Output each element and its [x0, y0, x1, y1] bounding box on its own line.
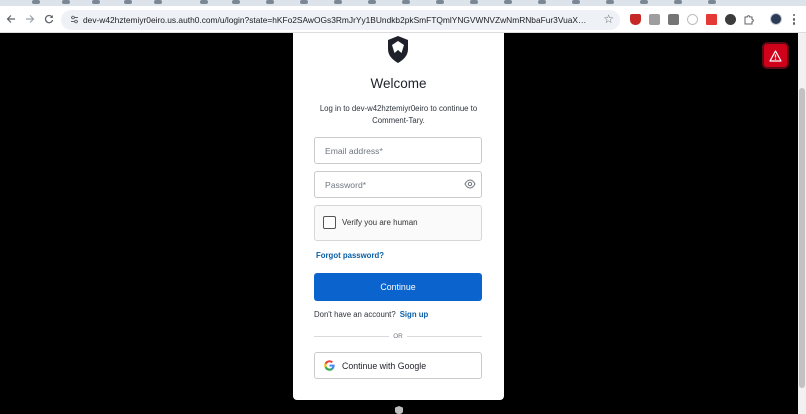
extension-icon[interactable] [649, 14, 660, 25]
scrollbar-thumb[interactable] [799, 88, 805, 388]
divider-line [407, 336, 482, 337]
browser-tab[interactable] [704, 0, 734, 4]
auth0-shield-logo [388, 36, 408, 63]
browser-tab[interactable] [262, 0, 292, 4]
browser-tab[interactable] [88, 0, 118, 4]
password-input[interactable] [314, 171, 482, 198]
warning-icon[interactable] [764, 44, 787, 67]
browser-toolbar: dev-w42hztemiyr0eiro.us.auth0.com/u/logi… [0, 6, 806, 33]
browser-tab[interactable] [150, 0, 180, 4]
captcha-checkbox[interactable] [323, 216, 336, 229]
browser-tab-active[interactable] [196, 0, 226, 4]
signup-link[interactable]: Sign up [400, 310, 429, 319]
browser-tab[interactable] [602, 0, 632, 4]
address-bar[interactable]: dev-w42hztemiyr0eiro.us.auth0.com/u/logi… [61, 10, 620, 30]
site-info-icon[interactable] [69, 14, 80, 25]
login-subtitle: Log in to dev-w42hztemiyr0eiro to contin… [319, 104, 478, 125]
extension-icon[interactable] [668, 14, 679, 25]
page-scrollbar[interactable] [798, 33, 806, 414]
browser-tab[interactable] [120, 0, 150, 4]
google-button-label: Continue with Google [342, 361, 427, 371]
google-icon [324, 360, 335, 371]
browser-tab[interactable] [296, 0, 326, 4]
email-input[interactable] [314, 137, 482, 164]
browser-tab[interactable] [228, 0, 258, 4]
browser-tab[interactable] [670, 0, 700, 4]
no-account-text: Don't have an account? [314, 310, 396, 319]
browser-tab[interactable] [398, 0, 428, 4]
megaphone-extension-icon[interactable] [706, 14, 717, 25]
show-password-eye-icon[interactable] [464, 179, 476, 189]
extension-icon[interactable] [687, 14, 698, 25]
back-icon[interactable] [3, 11, 19, 27]
login-card: Welcome Log in to dev-w42hztemiyr0eiro t… [293, 33, 504, 400]
or-divider: OR [314, 332, 482, 342]
signup-row: Don't have an account? Sign up [314, 310, 428, 319]
continue-with-google-button[interactable]: Continue with Google [314, 352, 482, 379]
forward-icon[interactable] [22, 11, 38, 27]
browser-tab[interactable] [568, 0, 598, 4]
browser-tab[interactable] [500, 0, 530, 4]
browser-tab[interactable] [364, 0, 394, 4]
bookmark-star-icon[interactable]: ☆ [603, 12, 614, 26]
extension-icon[interactable] [725, 14, 736, 25]
browser-tab[interactable] [534, 0, 564, 4]
captcha-label: Verify you are human [342, 218, 418, 227]
shield-extension-icon[interactable] [630, 14, 641, 25]
browser-tab[interactable] [330, 0, 360, 4]
browser-tab[interactable] [432, 0, 462, 4]
browser-tab[interactable] [28, 0, 58, 4]
menu-icon[interactable] [792, 14, 796, 26]
page-title: Welcome [370, 76, 427, 91]
browser-tab[interactable] [58, 0, 88, 4]
profile-avatar[interactable] [770, 13, 782, 25]
browser-tab[interactable] [636, 0, 666, 4]
continue-button[interactable]: Continue [314, 273, 482, 301]
puzzle-extensions-icon[interactable] [743, 14, 754, 25]
forgot-password-link[interactable]: Forgot password? [316, 251, 384, 260]
auth0-footer-icon [395, 406, 403, 414]
reload-icon[interactable] [41, 11, 57, 27]
address-url: dev-w42hztemiyr0eiro.us.auth0.com/u/logi… [83, 15, 588, 25]
browser-tab[interactable] [466, 0, 496, 4]
captcha-widget: Verify you are human [314, 205, 482, 241]
